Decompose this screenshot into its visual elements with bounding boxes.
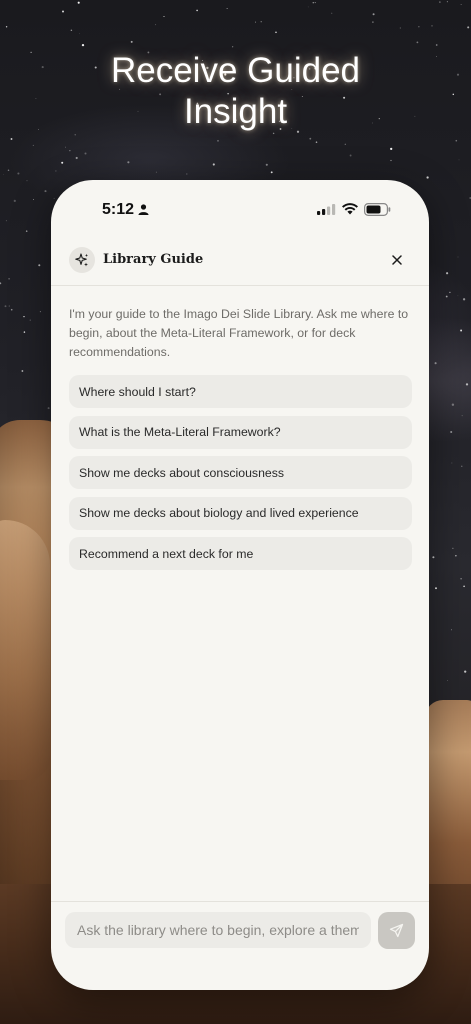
- headline: Receive Guided Insight: [0, 50, 471, 132]
- suggestion-recommend-next-deck[interactable]: Recommend a next deck for me: [69, 537, 412, 570]
- battery-icon: [364, 203, 391, 216]
- headline-line-2: Insight: [183, 92, 288, 131]
- send-button[interactable]: [378, 912, 415, 949]
- suggestion-consciousness-decks[interactable]: Show me decks about consciousness: [69, 456, 412, 489]
- person-icon: [138, 204, 149, 215]
- guide-header: Library Guide: [51, 236, 429, 286]
- sparkle-icon: [69, 247, 95, 273]
- status-bar: 5:12: [51, 180, 429, 236]
- suggestion-biology-decks[interactable]: Show me decks about biology and lived ex…: [69, 496, 412, 530]
- suggestion-meta-literal-framework[interactable]: What is the Meta-Literal Framework?: [69, 415, 412, 449]
- headline-line-1: Receive Guided: [110, 51, 361, 90]
- close-icon[interactable]: [387, 250, 407, 270]
- phone-frame: 5:12 Library Guide I'm your guide to the…: [51, 180, 429, 990]
- signal-icon: [317, 204, 336, 215]
- suggestion-where-to-start[interactable]: Where should I start?: [69, 375, 412, 408]
- guide-title: Library Guide: [103, 252, 204, 267]
- wifi-icon: [342, 203, 358, 215]
- message-composer: [51, 901, 429, 990]
- guide-intro-message: I'm your guide to the Imago Dei Slide Li…: [69, 307, 409, 359]
- status-time: 5:12: [102, 201, 135, 218]
- suggestion-list: Where should I start? What is the Meta-L…: [69, 375, 412, 578]
- message-input[interactable]: [65, 912, 371, 948]
- send-icon: [389, 923, 404, 938]
